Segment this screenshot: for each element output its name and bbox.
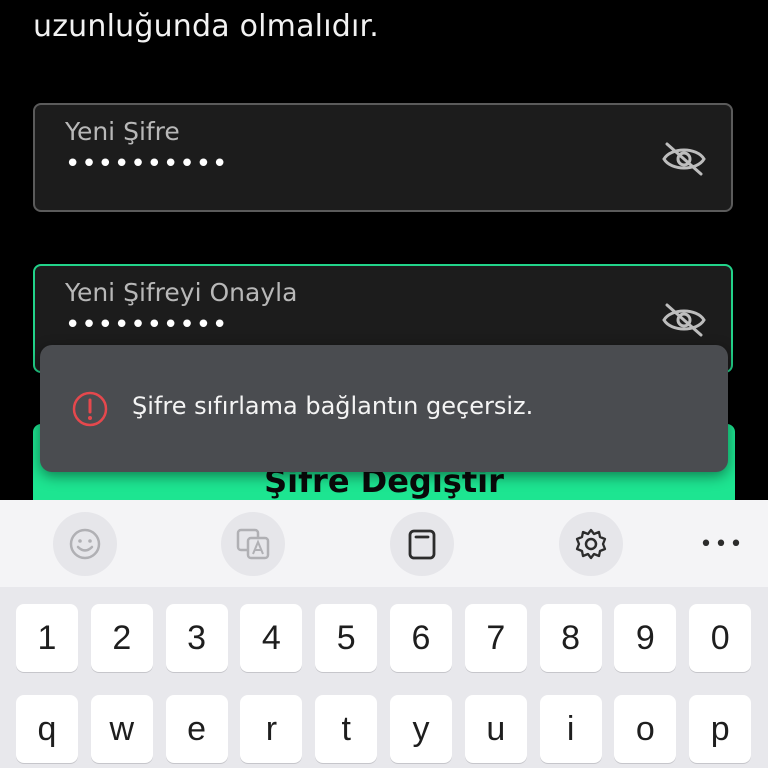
letter-key-o[interactable]: o [614, 695, 677, 763]
number-key-9[interactable]: 9 [614, 604, 677, 672]
number-key-5[interactable]: 5 [315, 604, 378, 672]
number-key-8[interactable]: 8 [539, 604, 602, 672]
number-key-1[interactable]: 1 [16, 604, 78, 672]
letter-key-q[interactable]: q [16, 695, 78, 763]
confirm-password-value[interactable]: •••••••••• [65, 310, 228, 340]
error-toast: Şifre sıfırlama bağlantın geçersiz. [40, 345, 728, 472]
password-requirement-text: uzunluğunda olmalıdır. [33, 9, 380, 44]
number-key-7[interactable]: 7 [464, 604, 527, 672]
more-icon[interactable]: ••• [690, 512, 754, 576]
settings-icon[interactable] [559, 512, 623, 576]
letter-key-e[interactable]: e [165, 695, 228, 763]
new-password-field[interactable]: Yeni Şifre •••••••••• [33, 103, 733, 212]
error-toast-message: Şifre sıfırlama bağlantın geçersiz. [132, 392, 534, 420]
keyboard-toolbar: ••• [0, 500, 768, 587]
emoji-icon[interactable] [53, 512, 117, 576]
translate-icon[interactable] [221, 512, 285, 576]
error-icon [72, 391, 108, 427]
letter-key-i[interactable]: i [539, 695, 602, 763]
letter-key-t[interactable]: t [315, 695, 378, 763]
number-key-2[interactable]: 2 [90, 604, 153, 672]
number-key-3[interactable]: 3 [165, 604, 228, 672]
number-key-6[interactable]: 6 [390, 604, 452, 672]
number-key-0[interactable]: 0 [689, 604, 752, 672]
instruction-text-clipped: ⌄ [33, 0, 58, 5]
number-key-4[interactable]: 4 [240, 604, 303, 672]
letter-key-r[interactable]: r [240, 695, 303, 763]
letter-key-w[interactable]: w [90, 695, 153, 763]
more-dots: ••• [699, 531, 745, 557]
new-password-label: Yeni Şifre [65, 117, 180, 146]
clipboard-icon[interactable] [390, 512, 454, 576]
eye-off-icon[interactable] [661, 141, 707, 177]
letter-key-u[interactable]: u [464, 695, 527, 763]
letter-key-p[interactable]: p [689, 695, 752, 763]
letter-key-y[interactable]: y [390, 695, 452, 763]
eye-off-icon[interactable] [661, 302, 707, 338]
confirm-password-label: Yeni Şifreyi Onayla [65, 278, 298, 307]
new-password-value[interactable]: •••••••••• [65, 149, 228, 179]
soft-keyboard: ••• 1234567890 qwertyuiop [0, 500, 768, 768]
